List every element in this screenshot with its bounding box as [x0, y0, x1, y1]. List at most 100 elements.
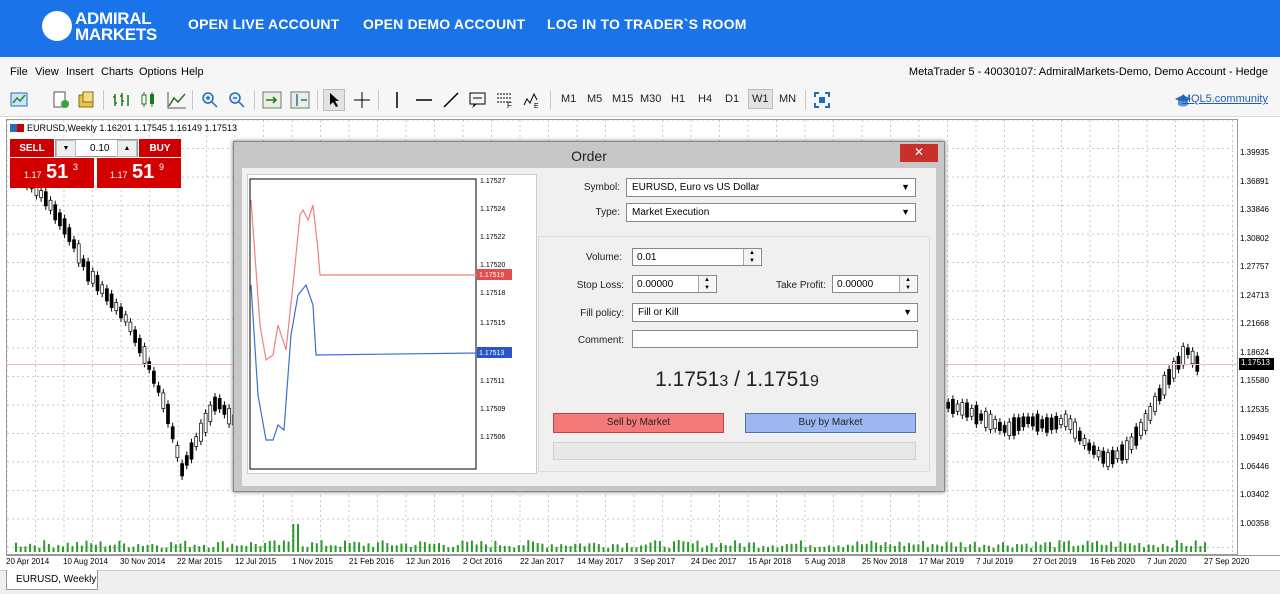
bar-chart-icon[interactable]: [110, 89, 132, 111]
volume-bar: [842, 547, 845, 552]
open-live-account-link[interactable]: OPEN LIVE ACCOUNT: [188, 16, 339, 32]
buy-by-market-button[interactable]: Buy by Market: [745, 413, 916, 433]
volume-bar: [1147, 544, 1150, 552]
volume-down-icon[interactable]: ▼: [56, 140, 76, 157]
time-axis-label: 22 Mar 2015: [177, 557, 222, 566]
timeframe-h1[interactable]: H1: [671, 93, 685, 105]
type-label: Type:: [595, 207, 620, 218]
new-chart-icon[interactable]: [10, 89, 32, 111]
dialog-title: Order: [571, 148, 607, 164]
volume-bar: [376, 542, 379, 552]
volume-bar: [870, 540, 873, 552]
volume-spinner-icon[interactable]: ▲ ▼: [743, 249, 760, 265]
volume-bar: [795, 543, 798, 552]
mql5-community-link[interactable]: MQL5.community: [1182, 93, 1268, 105]
timeframe-m15[interactable]: M15: [612, 93, 633, 105]
menu-bar: File View Insert Charts Options Help Met…: [0, 57, 1280, 85]
cursor-icon[interactable]: [323, 89, 345, 111]
candle-body: [1016, 417, 1021, 431]
timeframe-m1[interactable]: M1: [561, 93, 576, 105]
buy-price[interactable]: 1.17 51 9: [97, 158, 181, 188]
trendline-icon[interactable]: [440, 89, 462, 111]
volume-up-icon[interactable]: ▲: [117, 140, 137, 157]
candle-body: [217, 397, 222, 410]
volume-bar: [987, 545, 990, 552]
line-chart-icon[interactable]: [166, 89, 188, 111]
volume-bar: [992, 547, 995, 552]
volume-value[interactable]: 0.10: [90, 143, 109, 154]
order-dialog: Order ✕ 1.17527 1.17524 1.17522 1.17520 1.17…: [233, 141, 945, 492]
volume-bar: [893, 545, 896, 552]
timeframe-d1[interactable]: D1: [725, 93, 739, 105]
profiles-icon[interactable]: [50, 89, 72, 111]
stop-loss-label: Stop Loss:: [576, 280, 624, 291]
timeframe-w1[interactable]: W1: [748, 89, 773, 109]
time-axis-label: 5 Aug 2018: [805, 557, 846, 566]
volume-bar: [259, 546, 262, 552]
candle-body: [993, 419, 998, 430]
zoom-out-icon[interactable]: [226, 89, 248, 111]
comment-input[interactable]: [632, 330, 918, 348]
open-demo-account-link[interactable]: OPEN DEMO ACCOUNT: [363, 16, 525, 32]
candle-body: [1176, 355, 1181, 370]
candlestick-icon[interactable]: [138, 89, 160, 111]
timeframe-m5[interactable]: M5: [587, 93, 602, 105]
candle-body: [109, 293, 114, 308]
volume-bar: [856, 541, 859, 552]
crosshair-icon[interactable]: [351, 89, 373, 111]
fullscreen-icon[interactable]: [811, 89, 833, 111]
chart-shift-icon[interactable]: [289, 89, 311, 111]
stop-loss-input[interactable]: 0.00000 ▲ ▼: [632, 275, 717, 293]
volume-bar: [475, 544, 478, 552]
menu-insert[interactable]: Insert: [66, 66, 94, 78]
price-axis-label: 1.12535: [1240, 404, 1269, 414]
fill-policy-select[interactable]: Fill or Kill ▼: [632, 303, 918, 322]
take-profit-spinner-icon[interactable]: ▲ ▼: [899, 276, 916, 292]
time-axis-label: 20 Apr 2014: [6, 557, 50, 566]
price-axis-label: 1.39935: [1240, 148, 1269, 157]
auto-scroll-icon[interactable]: [261, 89, 283, 111]
volume-bar: [1133, 545, 1136, 552]
text-label-icon[interactable]: [467, 89, 489, 111]
menu-charts[interactable]: Charts: [101, 66, 133, 78]
admiral-markets-logo[interactable]: ADMIRAL MARKETS: [42, 9, 162, 47]
candle-body: [1181, 346, 1186, 366]
volume-bar: [912, 544, 915, 552]
volume-bar: [799, 540, 802, 552]
fibonacci-icon[interactable]: F: [494, 89, 516, 111]
timeframe-h4[interactable]: H4: [698, 93, 712, 105]
volume-bar: [461, 540, 464, 552]
volume-bar: [301, 546, 304, 552]
vertical-line-icon[interactable]: [386, 89, 408, 111]
volume-bar: [644, 544, 647, 552]
volume-input[interactable]: 0.01 ▲ ▼: [632, 248, 762, 266]
volume-bar: [466, 541, 469, 552]
sell-by-market-button[interactable]: Sell by Market: [553, 413, 724, 433]
sell-price[interactable]: 1.17 51 3: [10, 158, 94, 188]
elliott-wave-icon[interactable]: E: [521, 89, 543, 111]
one-click-volume[interactable]: ▼ 0.10 ▲: [55, 139, 138, 157]
take-profit-input[interactable]: 0.00000 ▲ ▼: [832, 275, 918, 293]
stop-loss-spinner-icon[interactable]: ▲ ▼: [698, 276, 715, 292]
menu-options[interactable]: Options: [139, 66, 177, 78]
timeframe-mn[interactable]: MN: [779, 93, 796, 105]
menu-help[interactable]: Help: [181, 66, 204, 78]
type-select[interactable]: Market Execution ▼: [626, 203, 916, 222]
volume-bar: [1081, 544, 1084, 552]
volume-bar: [494, 540, 497, 552]
symbol-select[interactable]: EURUSD, Euro vs US Dollar ▼: [626, 178, 916, 197]
login-traders-room-link[interactable]: LOG IN TO TRADER`S ROOM: [547, 16, 747, 32]
horizontal-line-icon[interactable]: [413, 89, 435, 111]
close-button[interactable]: ✕: [900, 144, 938, 162]
price-axis-label: 1.03402: [1240, 490, 1269, 499]
menu-view[interactable]: View: [35, 66, 59, 78]
volume-bar: [273, 540, 276, 552]
volume-bar: [1143, 547, 1145, 552]
volume-bar: [254, 544, 257, 552]
chart-tab-eurusd-weekly[interactable]: EURUSD, Weekly: [6, 570, 98, 590]
volume-bar: [602, 547, 605, 552]
market-watch-icon[interactable]: [76, 89, 98, 111]
menu-file[interactable]: File: [10, 66, 28, 78]
timeframe-m30[interactable]: M30: [640, 93, 661, 105]
zoom-in-icon[interactable]: [199, 89, 221, 111]
